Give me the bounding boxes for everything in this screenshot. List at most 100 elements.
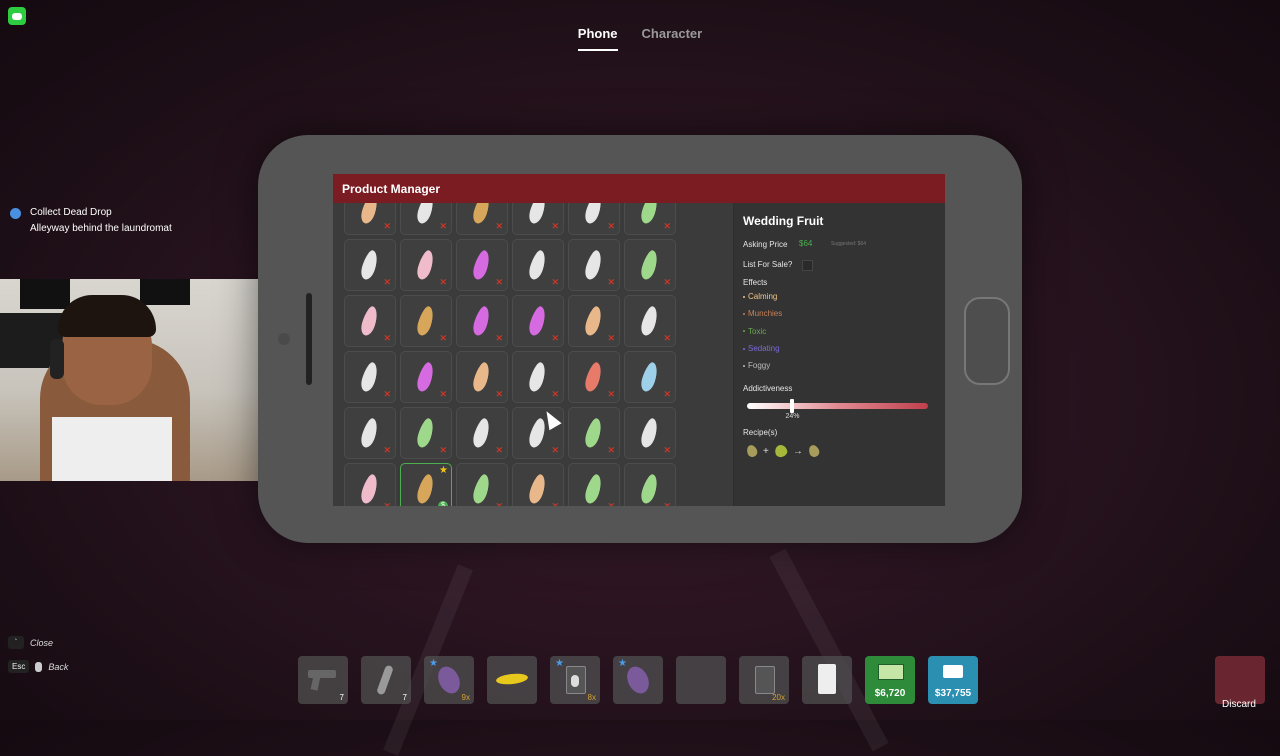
product-slot[interactable]: ✕ [344,295,396,347]
not-listed-x-icon: ✕ [607,277,615,287]
hotbar-slot-8[interactable]: 20x [739,656,789,704]
effect-name: Toxic [748,326,767,336]
product-slot[interactable]: ✕ [456,407,508,459]
bullet-icon [743,295,745,298]
product-slot[interactable]: ✕ [400,407,452,459]
cash-icon [878,664,904,680]
not-listed-x-icon: ✕ [551,277,559,287]
product-slot[interactable]: ✕ [512,463,564,506]
product-crystal-icon [582,248,605,282]
not-listed-x-icon: ✕ [383,333,391,343]
product-slot[interactable]: ✕ [568,295,620,347]
effect-name: Calming [748,292,778,301]
product-slot[interactable]: ✕ [456,295,508,347]
hotbar-slot-3[interactable]: ★ 9x [424,656,474,704]
product-detail-panel: Wedding Fruit Asking Price $64 Suggested… [733,203,945,506]
product-slot[interactable]: ✕ [344,407,396,459]
product-slot[interactable]: ✕ [456,463,508,506]
not-listed-x-icon: ✕ [383,277,391,287]
product-slot[interactable]: ✕ [624,239,676,291]
not-listed-x-icon: ✕ [495,277,503,287]
hotbar-slot-5[interactable]: ★ 8x [550,656,600,704]
product-crystal-icon [470,472,493,506]
not-listed-x-icon: ✕ [495,333,503,343]
asking-price-input[interactable]: $64 [799,239,812,248]
product-crystal-icon [470,248,493,282]
bullet-icon [743,365,745,368]
not-listed-x-icon: ✕ [663,221,671,231]
not-listed-x-icon: ✕ [551,333,559,343]
product-slot[interactable]: ✕ [568,239,620,291]
product-slot[interactable]: ✕ [624,203,676,235]
not-listed-x-icon: ✕ [495,389,503,399]
product-crystal-icon [526,203,549,226]
not-listed-x-icon: ✕ [383,501,391,506]
favorite-star-icon: ★ [618,658,627,669]
addictiveness-marker [790,399,795,413]
hotbar-slot-7[interactable] [676,656,726,704]
product-slot[interactable]: ✕ [512,295,564,347]
tab-character[interactable]: Character [642,26,703,51]
not-listed-x-icon: ✕ [439,333,447,343]
product-slot[interactable]: ✕ [624,351,676,403]
product-slot[interactable]: ✕ [512,239,564,291]
product-crystal-icon [582,304,605,338]
product-slot[interactable]: ✕ [512,203,564,235]
product-slot[interactable]: ✕ [456,203,508,235]
favorite-star-icon: ★ [555,658,564,669]
not-listed-x-icon: ✕ [383,445,391,455]
product-slot[interactable]: ✕ [400,295,452,347]
item-count: 8x [587,693,596,702]
hotbar-slot-6[interactable]: ★ [613,656,663,704]
hotbar-slot-1[interactable]: 7 [298,656,348,704]
product-slot[interactable]: ✕ [568,463,620,506]
product-slot[interactable]: ✕ [400,239,452,291]
product-crystal-icon [638,304,661,338]
product-slot[interactable]: ✕ [568,351,620,403]
product-slot[interactable]: ✕ [344,463,396,506]
phone-home-button[interactable] [964,297,1010,385]
not-listed-x-icon: ✕ [495,501,503,506]
product-slot[interactable]: ✕ [624,295,676,347]
product-slot[interactable]: ✕ [624,407,676,459]
not-listed-x-icon: ✕ [551,221,559,231]
list-for-sale-checkbox[interactable] [802,260,813,271]
product-slot[interactable]: ✕ [400,203,452,235]
product-slot[interactable]: ✕ [568,203,620,235]
hotbar-slot-2[interactable]: 7 [361,656,411,704]
bank-card-slot[interactable]: $37,755 [928,656,978,704]
hotbar-slot-9[interactable] [802,656,852,704]
app-header: Product Manager [333,174,945,203]
product-slot[interactable]: ✕ [344,351,396,403]
product-slot[interactable]: ✕ [624,463,676,506]
hotbar-slot-4[interactable] [487,656,537,704]
messages-icon[interactable] [8,7,26,25]
phone-side-button [306,293,312,385]
effect-name: Munchies [748,309,783,319]
product-slot[interactable]: ✕ [400,351,452,403]
product-grid-scroll[interactable]: ✕ ✕ ✕ ✕ ✕ ✕ ✕ ✕ ✕ ✕ ✕ ✕ ✕ ✕ ✕ ✕ ✕ ✕ ✕ ✕ ✕ ✕ ✕ ✕ ✕ ✕ ✕ ✕ ✕ ✕ ✕ ★ $ ✕ ✕ ✕ ✕ [333,203,733,506]
product-crystal-icon [414,203,437,226]
addictiveness-percent: 24% [785,413,800,420]
product-slot[interactable]: ★ $ [400,463,452,506]
product-slot[interactable]: ✕ [344,239,396,291]
cash-slot[interactable]: $6,720 [865,656,915,704]
recipe-row: + → [745,443,821,459]
close-hint-label: Close [30,637,54,648]
effects-label: Effects [743,278,768,287]
banana-icon [495,672,529,686]
effect-item: Sedating [743,344,780,353]
product-crystal-icon [414,416,437,450]
product-crystal-icon [470,304,493,338]
headset [50,339,64,379]
not-listed-x-icon: ✕ [439,277,447,287]
tab-phone[interactable]: Phone [577,26,618,51]
product-slot[interactable]: ✕ [456,351,508,403]
product-slot[interactable]: ✕ [344,203,396,235]
product-slot[interactable]: ✕ [512,351,564,403]
product-slot[interactable]: ✕ [456,239,508,291]
product-slot[interactable]: ✕ [568,407,620,459]
discard-slot[interactable] [1215,656,1265,704]
not-listed-x-icon: ✕ [663,277,671,287]
product-crystal-icon [638,416,661,450]
